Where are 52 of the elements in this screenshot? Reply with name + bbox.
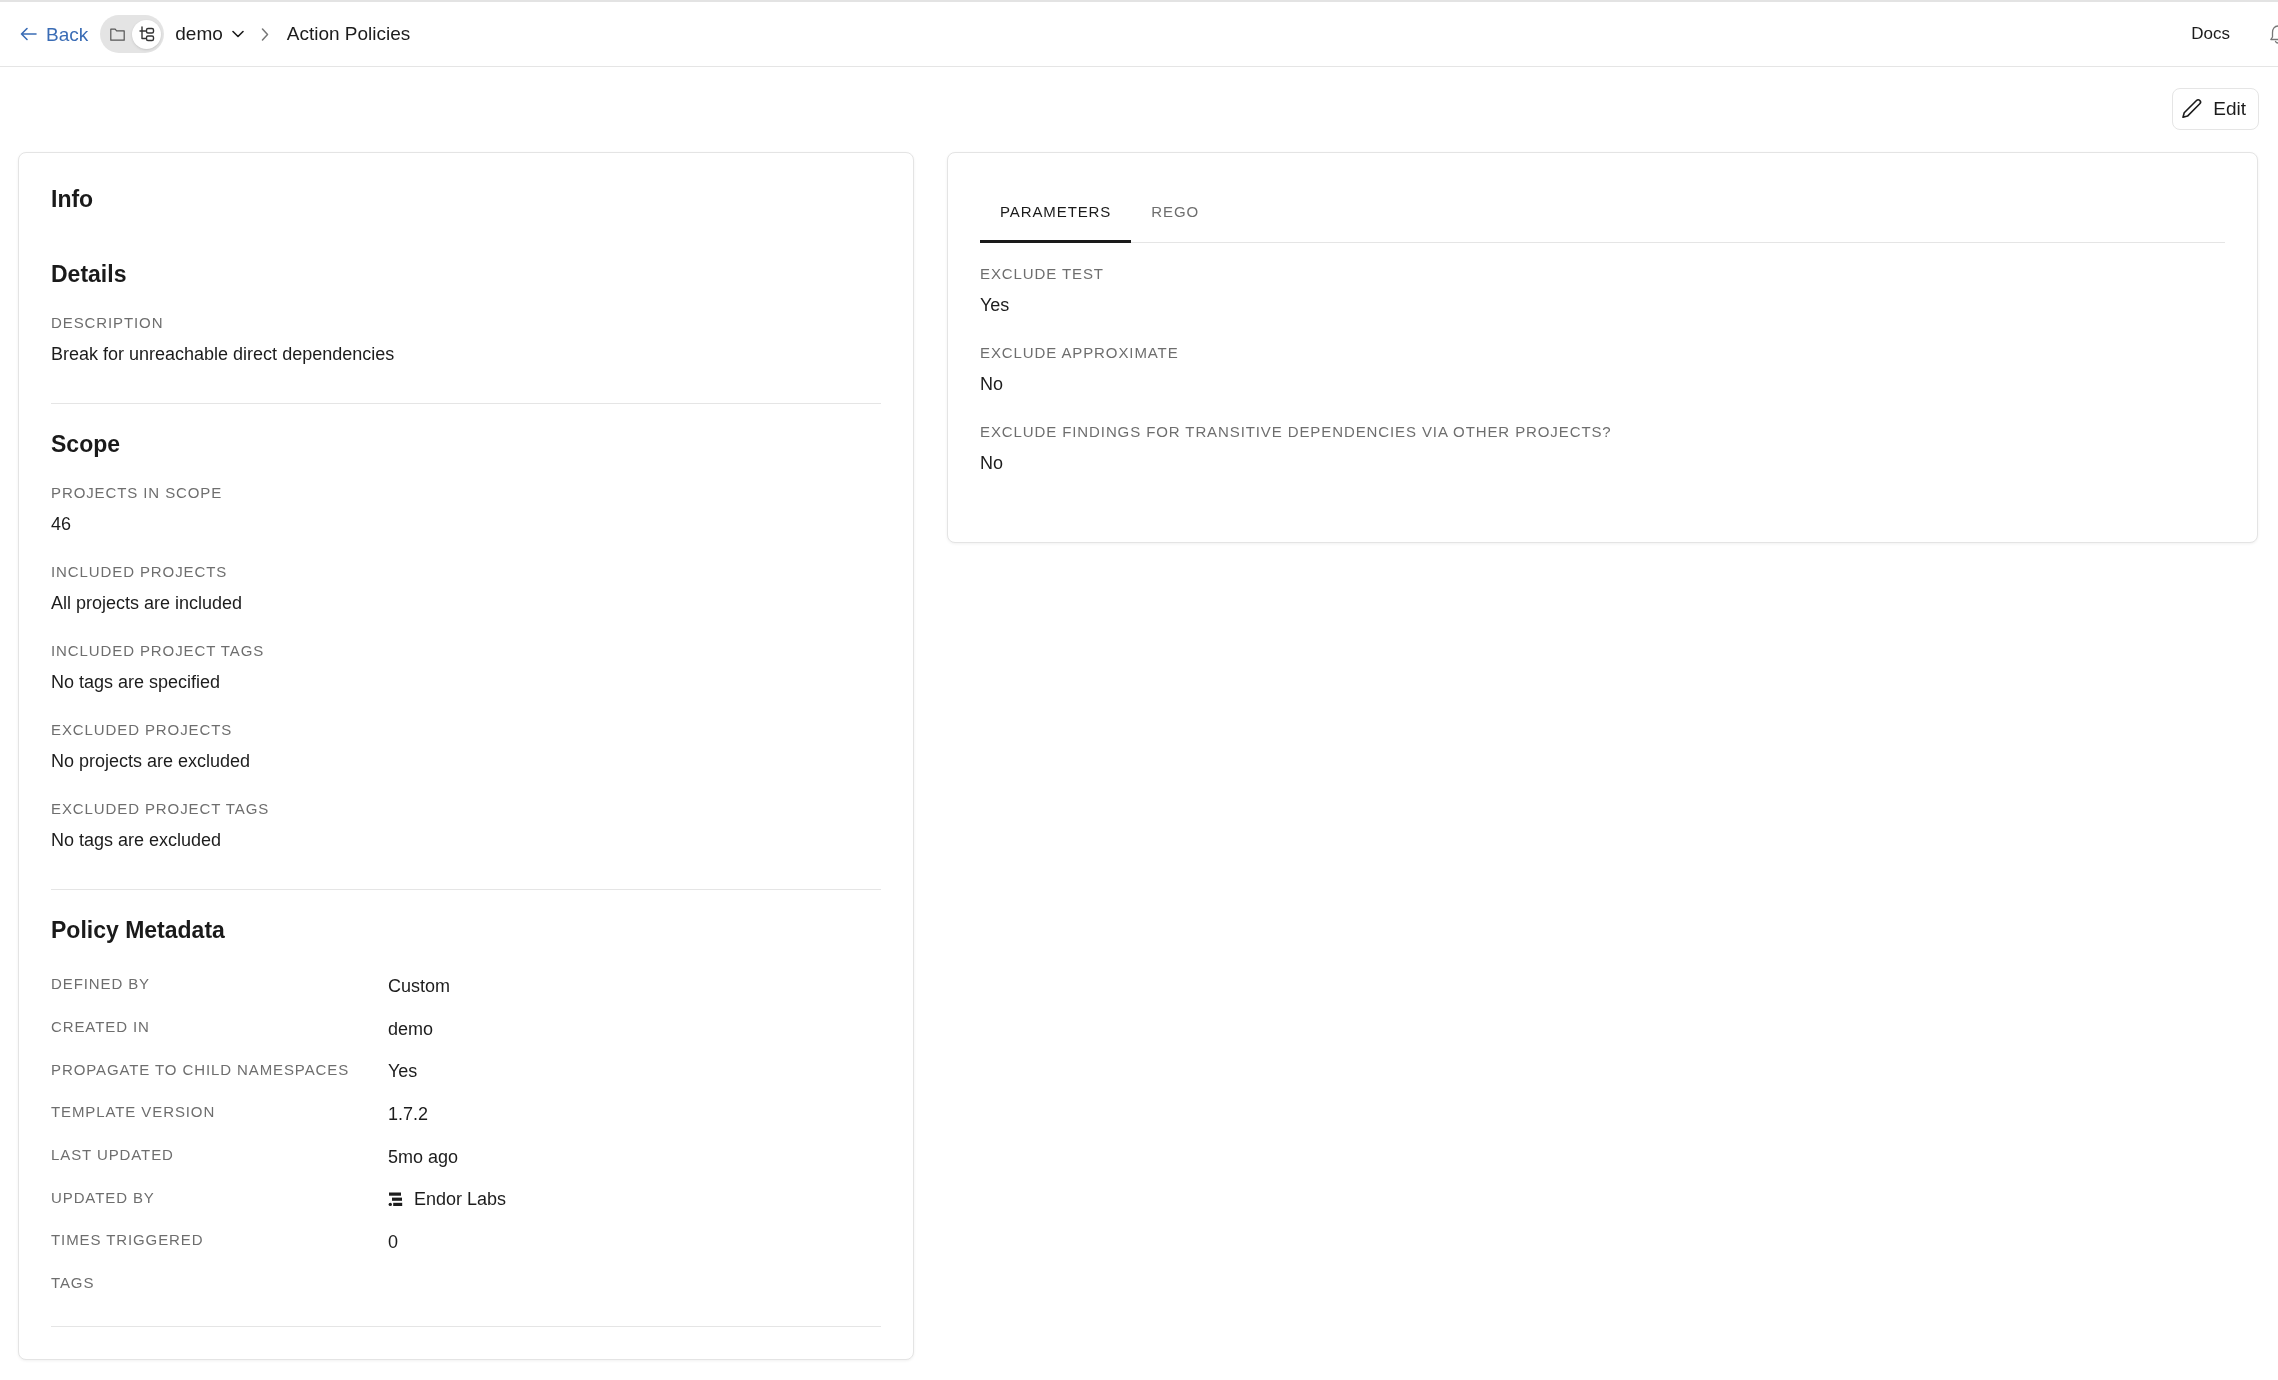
field-value: No tags are specified (51, 671, 221, 694)
section-title: Details (51, 260, 127, 288)
back-link[interactable]: Back (20, 24, 89, 44)
field-label: DESCRIPTION (51, 313, 164, 333)
card-title: Info (51, 185, 94, 213)
field-value: Break for unreachable direct dependencies (51, 343, 395, 366)
field-label: LAST UPDATED (51, 1145, 174, 1166)
field-label: INCLUDED PROJECT TAGS (51, 641, 265, 661)
section-title: Scope (51, 430, 121, 458)
folder-icon (110, 27, 126, 41)
field-value: No (980, 452, 1003, 475)
edit-button[interactable]: Edit (2172, 88, 2259, 130)
field-value: All projects are included (51, 592, 243, 615)
field-label: TEMPLATE VERSION (51, 1102, 216, 1123)
field-value: Endor Labs (414, 1188, 507, 1212)
field-value: Custom (388, 974, 450, 998)
chevron-down-icon (231, 30, 244, 38)
field-label: INCLUDED PROJECTS (51, 562, 228, 582)
bell-icon[interactable] (2270, 24, 2278, 44)
field-value: No projects are excluded (51, 750, 251, 773)
field-label: EXCLUDED PROJECT TAGS (51, 799, 270, 819)
field-label: CREATED IN (51, 1017, 150, 1038)
field-label: EXCLUDE FINDINGS FOR TRANSITIVE DEPENDENCIES VIA OTHER PROJECTS? (980, 422, 1612, 442)
field-label: EXCLUDE TEST (980, 264, 1104, 284)
field-value: Yes (980, 294, 1010, 317)
field-label: EXCLUDED PROJECTS (51, 720, 233, 740)
field-label: PROJECTS IN SCOPE (51, 483, 223, 503)
field-label: EXCLUDE APPROXIMATE (980, 343, 1179, 363)
tab[interactable]: PARAMETERS (980, 185, 1132, 243)
logo-icon (388, 1191, 403, 1207)
chevron-right-icon (260, 27, 269, 41)
docs-link[interactable]: Docs (2191, 21, 2230, 47)
field-value: 1.7.2 (388, 1102, 429, 1126)
hierarchy-view-button[interactable] (132, 19, 162, 49)
field-label: DEFINED BY (51, 974, 150, 995)
field-label: PROPAGATE TO CHILD NAMESPACES (51, 1059, 350, 1080)
tab[interactable]: REGO (1131, 185, 1220, 243)
field-value: No (980, 373, 1003, 396)
arrow-left-icon (20, 26, 37, 42)
field-value: Yes (388, 1060, 418, 1084)
hierarchy-icon (138, 26, 155, 42)
field-value: 5mo ago (388, 1145, 459, 1169)
section-title: Policy Metadata (51, 916, 225, 944)
pencil-icon (2181, 98, 2204, 120)
breadcrumb-current: Action Policies (286, 21, 411, 46)
namespace-dropdown[interactable]: demo (175, 19, 244, 49)
field-value: demo (388, 1017, 434, 1041)
field-label: TIMES TRIGGERED (51, 1230, 204, 1251)
field-value: 0 (388, 1230, 398, 1254)
field-label: UPDATED BY (51, 1187, 155, 1208)
field-value: 46 (51, 513, 72, 536)
field-value: No tags are excluded (51, 829, 222, 852)
